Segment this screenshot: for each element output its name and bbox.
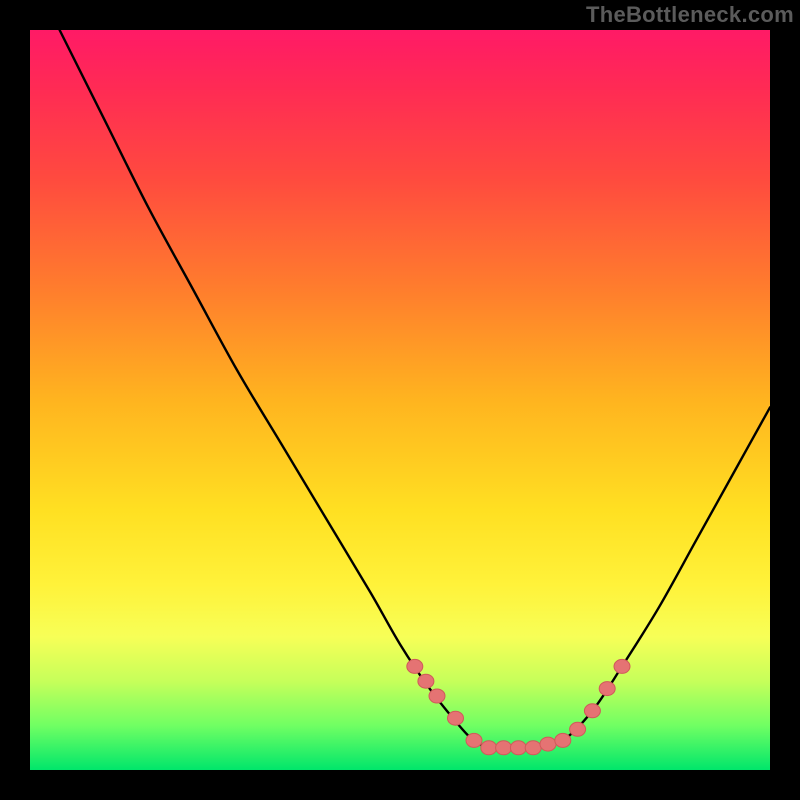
marker-point xyxy=(496,741,512,755)
marker-point xyxy=(525,741,541,755)
bottleneck-curve xyxy=(60,30,770,748)
marker-point xyxy=(570,722,586,736)
marker-group xyxy=(407,659,630,754)
marker-point xyxy=(510,741,526,755)
marker-point xyxy=(481,741,497,755)
marker-point xyxy=(540,737,556,751)
marker-point xyxy=(448,711,464,725)
marker-point xyxy=(407,659,423,673)
curve-layer xyxy=(30,30,770,770)
marker-point xyxy=(418,674,434,688)
marker-point xyxy=(614,659,630,673)
plot-area xyxy=(30,30,770,770)
chart-frame: TheBottleneck.com xyxy=(0,0,800,800)
attribution-text: TheBottleneck.com xyxy=(586,2,794,28)
marker-point xyxy=(466,733,482,747)
marker-point xyxy=(555,733,571,747)
marker-point xyxy=(584,704,600,718)
marker-point xyxy=(429,689,445,703)
marker-point xyxy=(599,682,615,696)
